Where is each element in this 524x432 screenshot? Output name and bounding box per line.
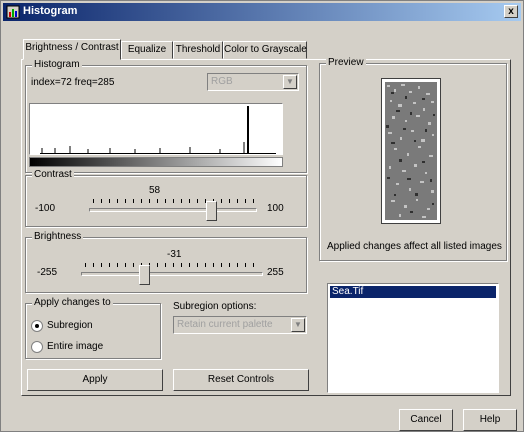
brightness-min-label: -255 — [37, 267, 58, 278]
preview-group-label: Preview — [326, 57, 366, 69]
brightness-group-label: Brightness — [32, 231, 84, 243]
subregion-options-value: Retain current palette — [177, 319, 273, 330]
brightness-ticks — [85, 263, 261, 267]
histogram-group-label: Histogram — [32, 59, 82, 71]
entire-image-radio[interactable] — [31, 341, 43, 353]
channel-select[interactable]: RGB ▼ — [207, 73, 299, 91]
histogram-readout: index=72 freq=285 — [31, 77, 115, 88]
histogram-dialog: Histogram x Brightness / Contrast Equali… — [0, 0, 524, 432]
histogram-graph — [29, 103, 283, 155]
cancel-button[interactable]: Cancel — [399, 409, 453, 431]
list-item[interactable]: Sea.Tif — [330, 286, 496, 298]
entire-image-radio-label[interactable]: Entire image — [47, 341, 103, 353]
contrast-max-label: 100 — [267, 203, 284, 214]
chevron-down-icon[interactable]: ▼ — [283, 75, 297, 89]
apply-button[interactable]: Apply — [27, 369, 163, 391]
contrast-slider-thumb[interactable] — [206, 201, 217, 221]
subregion-options-select[interactable]: Retain current palette ▼ — [173, 316, 307, 334]
close-button[interactable]: x — [504, 5, 518, 18]
contrast-min-label: -100 — [35, 203, 56, 214]
preview-note: Applied changes affect all listed images — [327, 241, 502, 252]
window-title: Histogram — [23, 5, 78, 17]
subregion-radio[interactable] — [31, 320, 43, 332]
tab-brightness-contrast[interactable]: Brightness / Contrast — [23, 39, 121, 60]
contrast-group-label: Contrast — [32, 169, 74, 181]
apply-changes-label: Apply changes to — [32, 297, 113, 309]
brightness-slider-thumb[interactable] — [139, 265, 150, 285]
contrast-slider-track[interactable] — [89, 208, 257, 212]
subregion-options-label: Subregion options: — [173, 301, 257, 312]
title-bar[interactable]: Histogram x — [3, 3, 521, 21]
tab-threshold[interactable]: Threshold — [173, 41, 223, 59]
chevron-down-icon[interactable]: ▼ — [291, 318, 305, 332]
contrast-ticks — [93, 199, 255, 203]
preview-image — [381, 78, 441, 224]
reset-controls-button[interactable]: Reset Controls — [173, 369, 309, 391]
grayscale-gradient-bar — [29, 157, 283, 167]
brightness-value: -31 — [167, 249, 182, 260]
tab-color-to-grayscale[interactable]: Color to Grayscale — [223, 41, 307, 59]
subregion-radio-label[interactable]: Subregion — [47, 320, 93, 332]
app-icon — [6, 5, 20, 19]
preview-image-noise — [385, 82, 437, 220]
channel-select-value: RGB — [211, 76, 233, 87]
histogram-bars — [40, 106, 276, 155]
brightness-slider-track[interactable] — [81, 272, 263, 276]
image-list[interactable]: Sea.Tif — [327, 283, 499, 393]
tab-equalize[interactable]: Equalize — [121, 41, 173, 59]
help-button[interactable]: Help — [463, 409, 517, 431]
brightness-max-label: 255 — [267, 267, 284, 278]
contrast-value: 58 — [149, 185, 161, 196]
